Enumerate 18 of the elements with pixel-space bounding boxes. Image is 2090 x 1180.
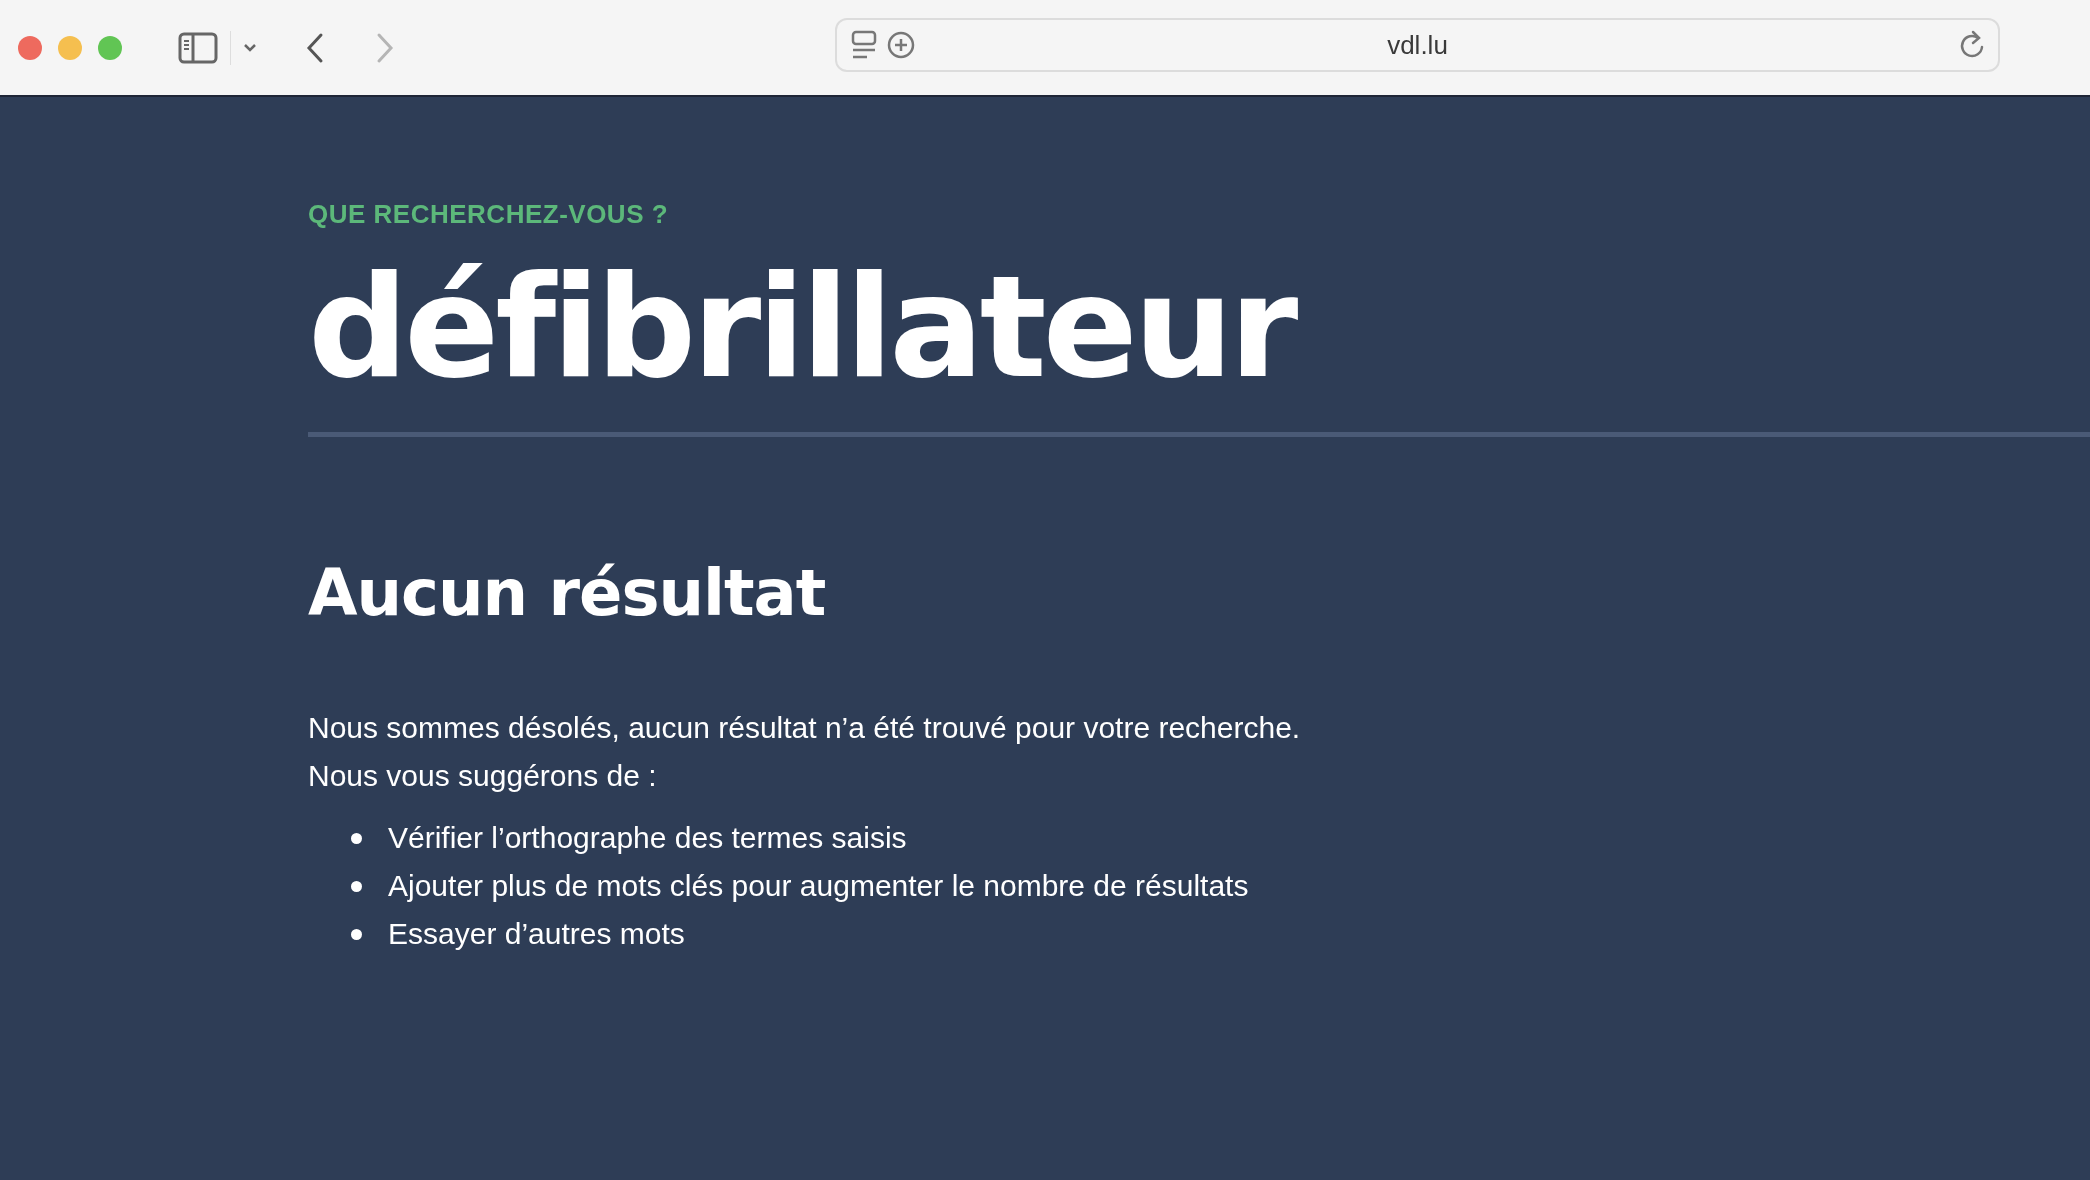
search-query: défibrillateur — [308, 258, 1295, 398]
sidebar-icon[interactable] — [178, 31, 218, 64]
suggestion-text: Essayer d’autres mots — [388, 917, 685, 951]
bullet-icon — [351, 928, 362, 940]
results-heading: Aucun résultat — [308, 561, 826, 625]
suggestion-text: Vérifier l’orthographe des termes saisis — [388, 821, 907, 855]
reader-icon[interactable] — [851, 30, 877, 60]
close-button[interactable] — [18, 35, 42, 60]
chevron-down-icon[interactable] — [243, 42, 257, 53]
back-icon[interactable] — [305, 31, 325, 64]
search-label: QUE RECHERCHEZ-VOUS ? — [308, 199, 669, 230]
bullet-icon — [351, 832, 362, 844]
add-icon[interactable] — [887, 31, 915, 59]
message-text: Nous sommes désolés, aucun résultat n’a été trouvé pour votre recherche. — [308, 711, 1301, 745]
message-text: Nous vous suggérons de : — [308, 759, 657, 793]
suggestion-text: Ajouter plus de mots clés pour augmenter le nombre de résultats — [388, 869, 1249, 903]
bullet-icon — [351, 880, 362, 892]
reload-icon[interactable] — [1958, 30, 1986, 60]
